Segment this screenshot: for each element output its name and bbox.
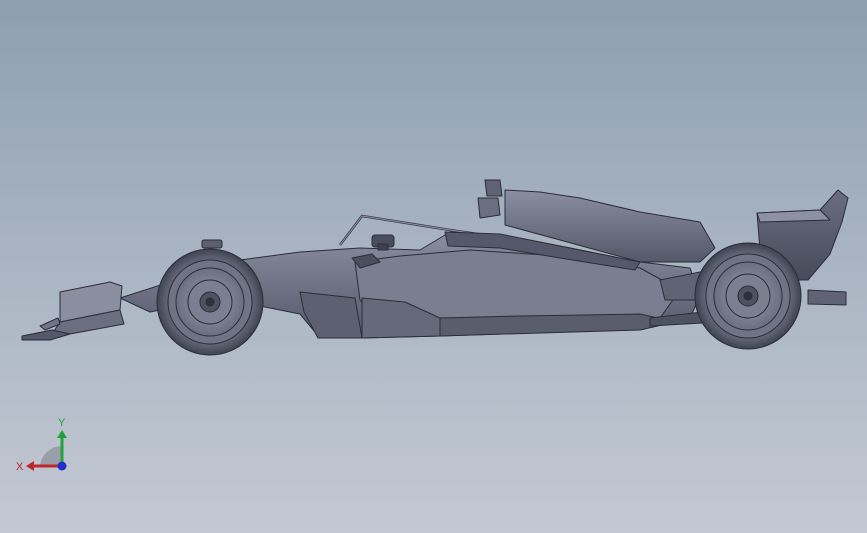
graphics-viewport[interactable]: Y X	[0, 0, 867, 533]
front-wheel	[156, 248, 264, 356]
rear-wheel	[694, 242, 802, 350]
coordinate-triad: Y X	[16, 417, 67, 473]
z-axis-dot	[57, 461, 67, 471]
y-axis-label: Y	[58, 417, 66, 429]
f1-car-model[interactable]	[0, 0, 867, 533]
x-axis-head	[26, 461, 34, 471]
y-axis-head	[57, 430, 67, 438]
x-axis-label: X	[16, 461, 24, 473]
